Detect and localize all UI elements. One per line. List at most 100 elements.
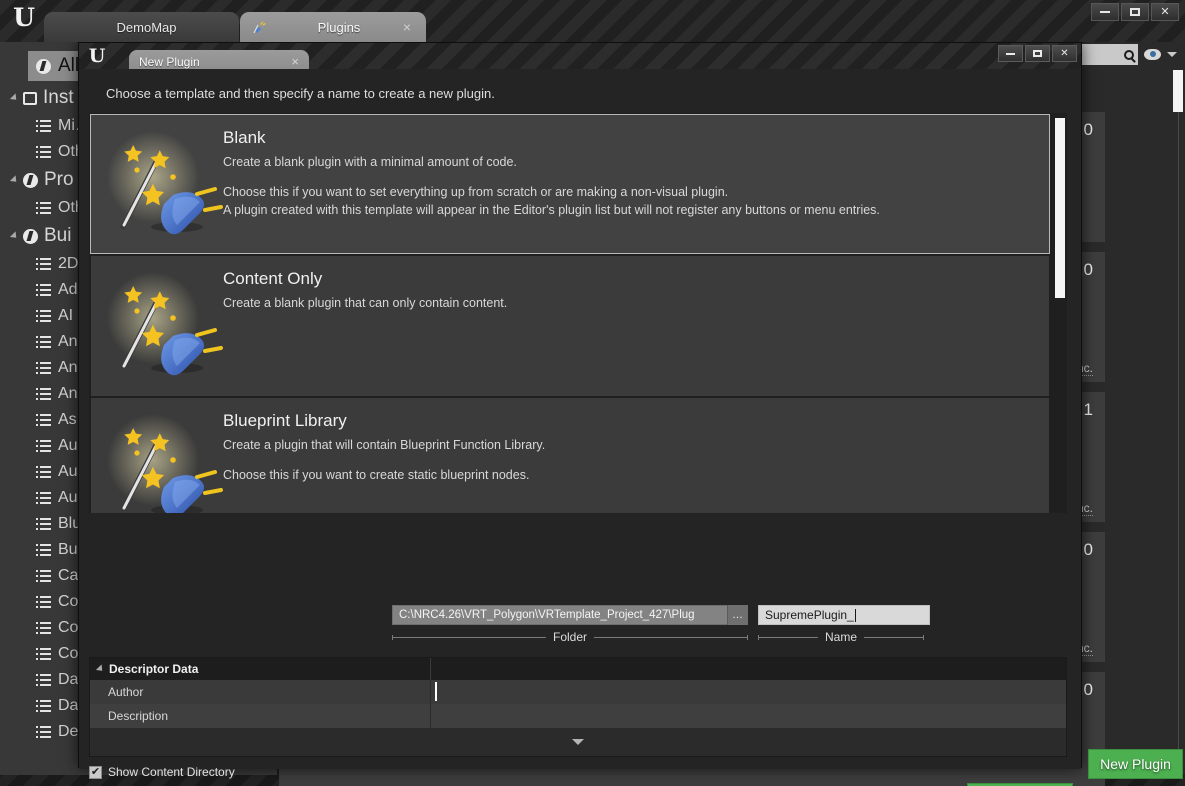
path-and-name-row: C:\NRC4.26\VRT_Polygon\VRTemplate_Projec… — [392, 605, 930, 625]
descriptor-row-author: Author — [90, 680, 1066, 704]
sidebar-item-label: 2D — [58, 255, 79, 272]
list-icon — [36, 388, 51, 400]
folder-caption-rule: Folder — [392, 629, 749, 645]
list-icon — [36, 336, 51, 348]
sidebar-group-label: Inst — [43, 87, 74, 108]
descriptor-header[interactable]: Descriptor Data — [90, 658, 1066, 680]
list-icon — [36, 284, 51, 296]
plug-icon — [253, 21, 266, 34]
template-card[interactable]: Blank Create a blank plugin with a minim… — [90, 114, 1050, 254]
magic-wand-plug-icon — [107, 131, 223, 235]
list-icon — [36, 310, 51, 322]
descriptor-title: Descriptor Data — [109, 662, 199, 676]
chevron-down-icon — [572, 738, 584, 745]
list-icon — [36, 674, 51, 686]
maximize-button[interactable] — [1121, 3, 1149, 21]
new-plugin-button[interactable]: New Plugin — [1088, 749, 1183, 779]
sidebar-item-label: Au — [58, 489, 78, 506]
template-card[interactable]: Blueprint Library Create a plugin that w… — [91, 398, 1049, 513]
dialog-maximize-button[interactable] — [1025, 45, 1050, 62]
sidebar-item-label: Bu — [58, 541, 78, 558]
sidebar-group-label: Pro — [44, 169, 74, 190]
chevron-down-icon — [95, 664, 106, 674]
template-title: Blank — [223, 128, 266, 147]
template-scrollbar-thumb[interactable] — [1055, 118, 1065, 298]
plugin-name-value: SupremePlugin_ — [765, 608, 854, 622]
list-icon — [36, 362, 51, 374]
template-description-1: Create a plugin that will contain Bluepr… — [223, 438, 546, 452]
folder-browse-button[interactable]: … — [727, 605, 747, 625]
template-description-2: Choose this if you want to set everythin… — [223, 184, 729, 199]
magic-wand-plug-icon — [107, 272, 223, 376]
sidebar-item-label: Ad — [58, 281, 78, 298]
list-icon — [36, 726, 51, 738]
sidebar-item-label: Co — [58, 593, 79, 610]
template-title: Content Only — [223, 269, 323, 288]
sidebar-item-label: De — [58, 723, 79, 740]
show-content-directory-checkbox[interactable]: ✔ — [89, 765, 102, 779]
close-button[interactable]: ✕ — [1151, 3, 1179, 21]
tab-label: Plugins — [317, 19, 361, 35]
plug-circle-icon — [23, 172, 38, 188]
list-icon — [36, 544, 51, 556]
dialog-close-button[interactable]: ✕ — [1052, 45, 1077, 62]
template-description-1: Create a blank plugin with a minimal amo… — [223, 155, 517, 169]
name-caption: Name — [825, 630, 858, 644]
chevron-down-icon — [9, 175, 20, 185]
template-icon — [91, 256, 223, 396]
magic-wand-plug-icon — [107, 414, 223, 513]
text-caret — [854, 608, 856, 622]
eye-icon[interactable] — [1144, 49, 1161, 60]
sidebar-item-label: Au — [58, 463, 78, 480]
folder-input-value: C:\NRC4.26\VRT_Polygon\VRTemplate_Projec… — [399, 609, 695, 621]
name-caption-rule: Name — [758, 629, 925, 645]
field-captions: Folder Name — [392, 629, 925, 647]
sidebar-item-label: An — [58, 385, 78, 402]
template-list[interactable]: Blank Create a blank plugin with a minim… — [89, 113, 1067, 513]
installed-icon — [23, 91, 37, 105]
panel-scrollbar-track — [1178, 70, 1179, 770]
tab-label: DemoMap — [116, 19, 177, 35]
descriptor-data-section: Descriptor Data Author Description — [89, 657, 1067, 757]
panel-scrollbar-thumb[interactable] — [1173, 70, 1183, 112]
chevron-down-icon — [9, 231, 20, 241]
unreal-logo-icon: U — [13, 3, 35, 32]
list-icon — [36, 414, 51, 426]
list-icon — [36, 202, 51, 214]
sidebar-item-label: As — [58, 411, 77, 428]
close-icon[interactable]: × — [400, 19, 414, 35]
new-plugin-dialog: U New Plugin × ✕ Choose a template and t… — [78, 42, 1082, 786]
dialog-tab-label: New Plugin — [139, 54, 200, 69]
list-icon — [36, 146, 51, 158]
tab-plugins[interactable]: Plugins × — [240, 12, 426, 42]
chevron-down-icon[interactable] — [1167, 52, 1177, 57]
plugin-name-input[interactable]: SupremePlugin_ — [758, 605, 930, 625]
tab-demomap[interactable]: DemoMap — [44, 12, 239, 42]
dialog-body: Choose a template and then specify a nam… — [79, 69, 1081, 786]
sidebar-item-label: Da — [58, 671, 79, 688]
plug-circle-icon — [36, 58, 51, 74]
template-description-3: A plugin created with this template will… — [223, 202, 880, 217]
sidebar-item-label: AI — [58, 307, 74, 324]
folder-input[interactable]: C:\NRC4.26\VRT_Polygon\VRTemplate_Projec… — [392, 605, 748, 625]
author-field[interactable] — [435, 682, 437, 701]
template-description-1: Create a blank plugin that can only cont… — [223, 296, 508, 310]
descriptor-expander[interactable] — [90, 728, 1066, 755]
template-icon — [91, 115, 223, 255]
minimize-button[interactable] — [1091, 3, 1119, 21]
show-content-directory-row[interactable]: ✔ Show Content Directory — [89, 765, 235, 779]
list-icon — [36, 596, 51, 608]
search-icon — [1124, 49, 1134, 60]
list-icon — [36, 622, 51, 634]
list-icon — [36, 648, 51, 660]
unreal-logo-icon: U — [88, 45, 106, 67]
editor-titlebar: U DemoMap Plugins × ✕ — [0, 0, 1185, 42]
close-icon[interactable]: × — [291, 54, 299, 69]
descriptor-row-description: Description — [90, 704, 1066, 728]
sidebar-item-label: Au — [58, 437, 78, 454]
sidebar-item-label: An — [58, 333, 78, 350]
template-card[interactable]: Content Only Create a blank plugin that … — [91, 256, 1049, 396]
list-icon — [36, 120, 51, 132]
list-icon — [36, 570, 51, 582]
dialog-minimize-button[interactable] — [998, 45, 1023, 62]
